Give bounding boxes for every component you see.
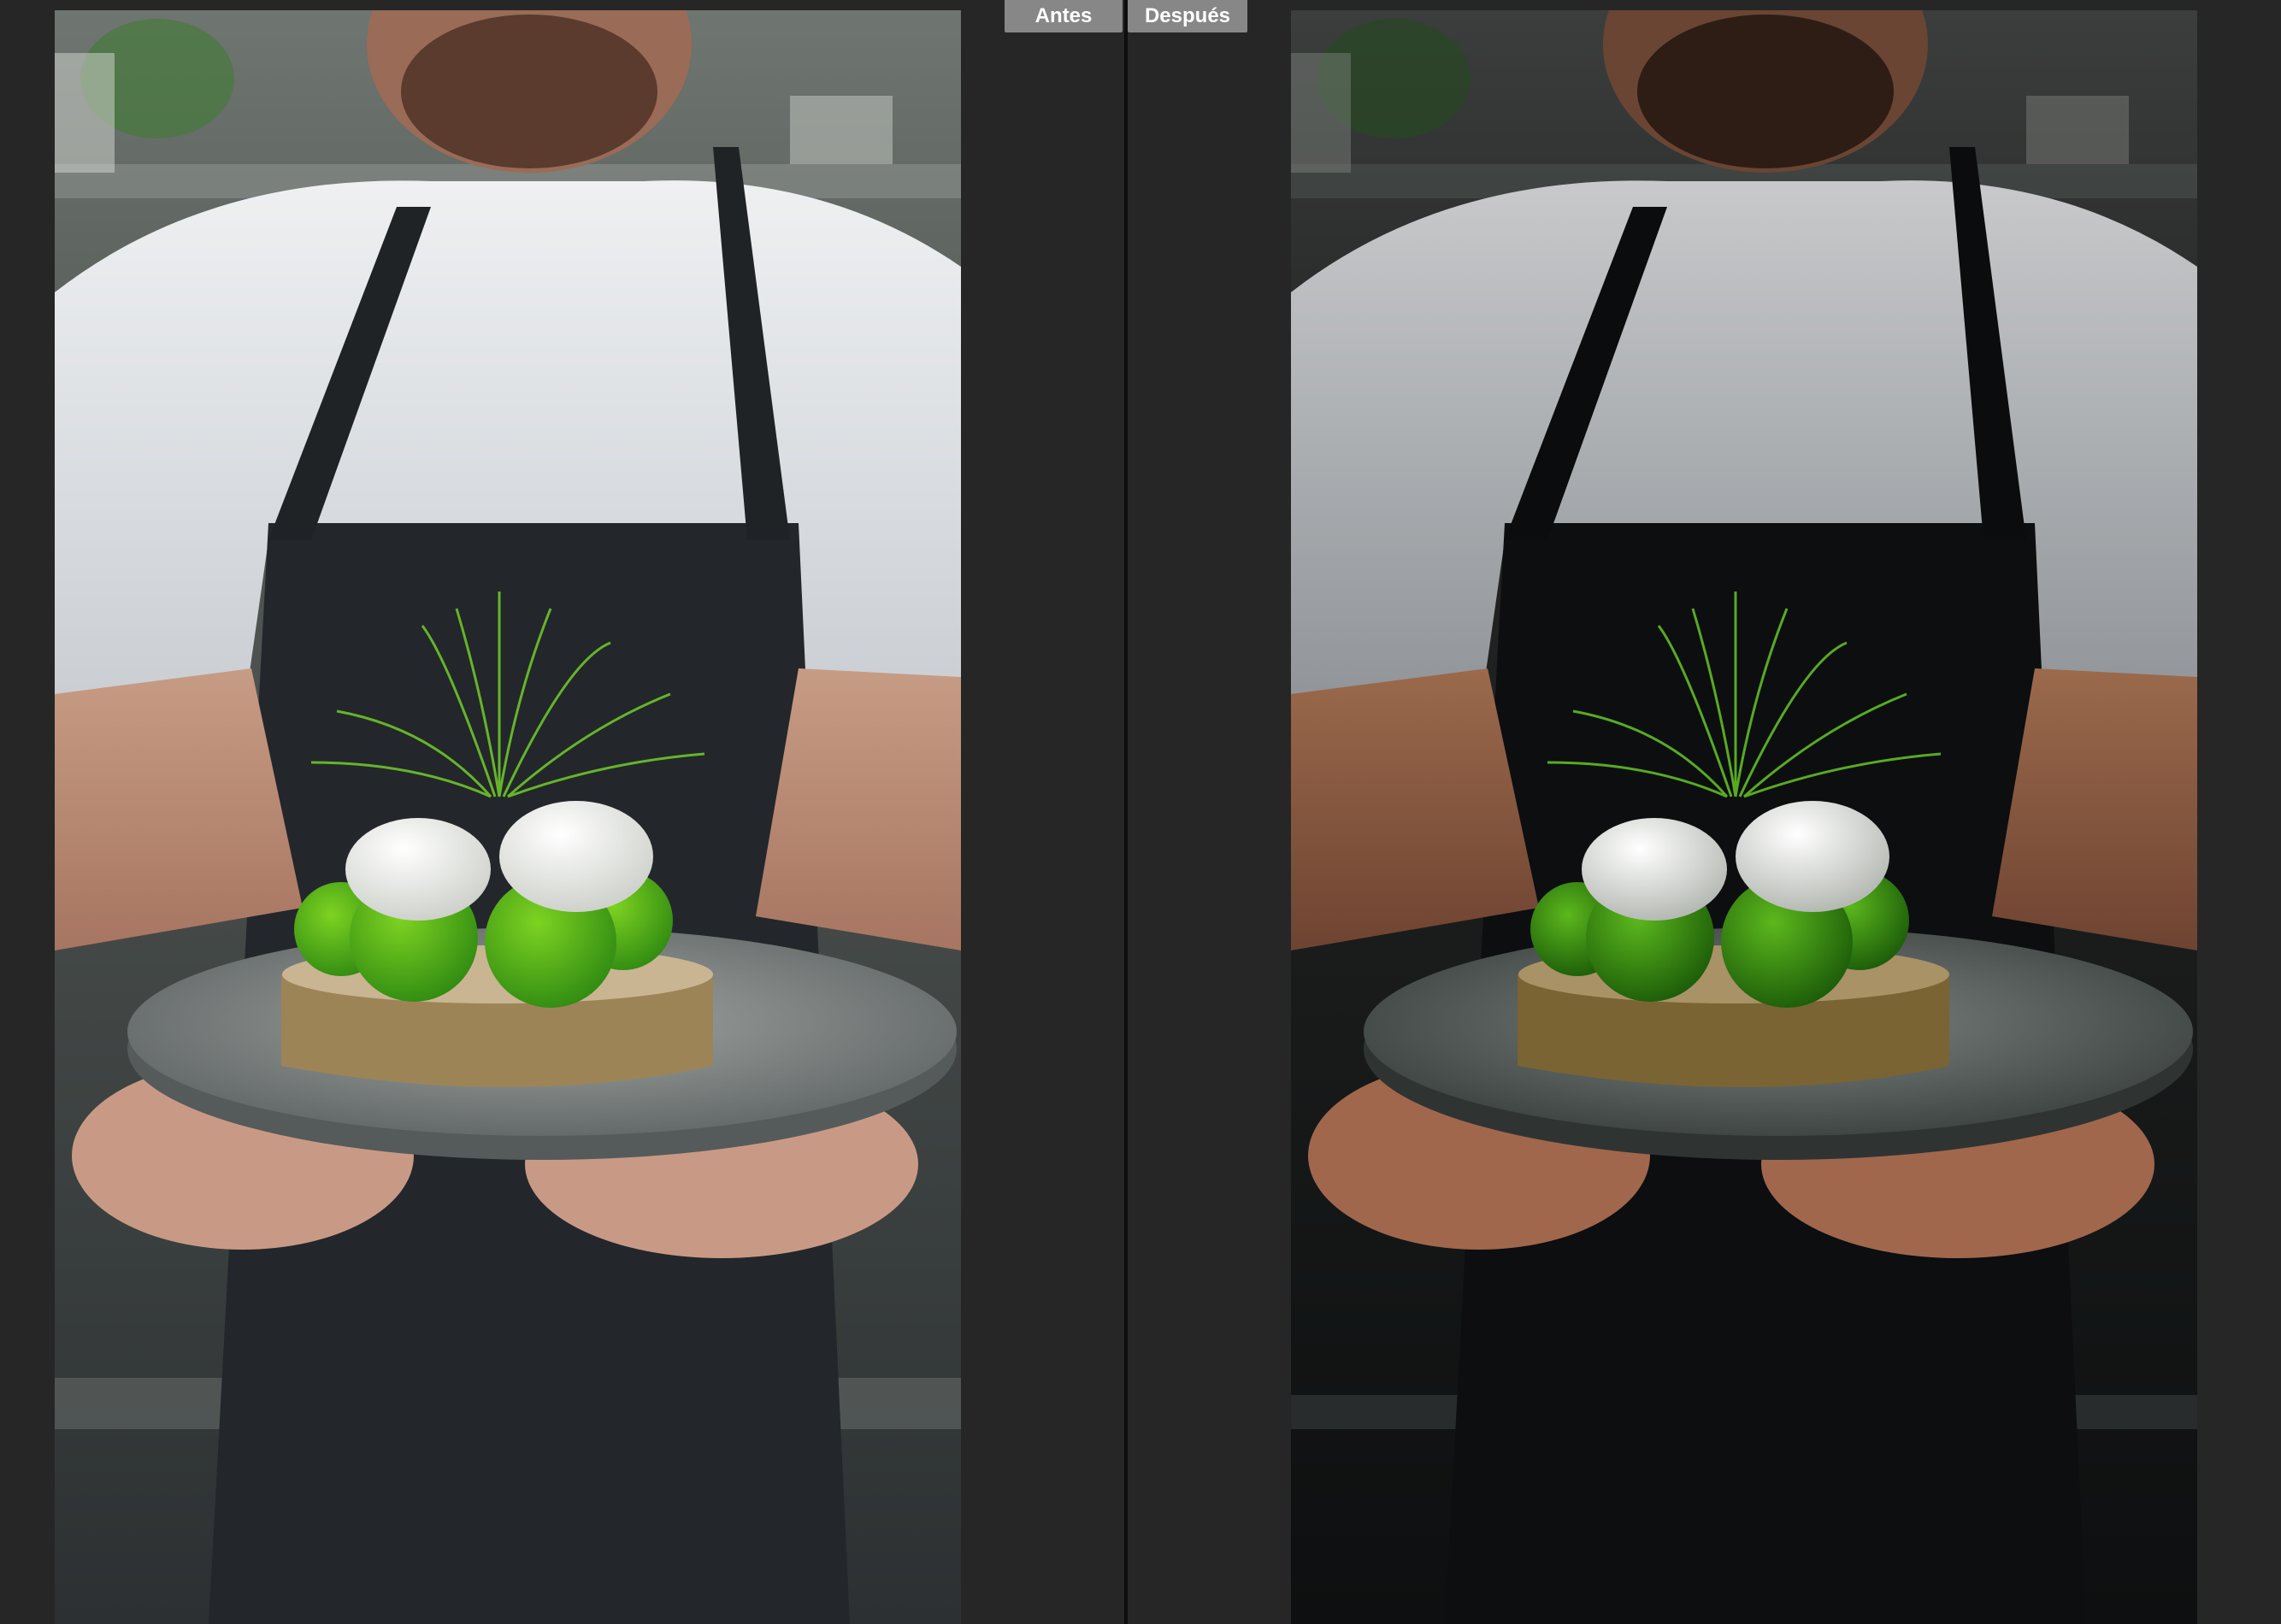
compare-divider[interactable] bbox=[1124, 0, 1128, 1624]
before-pane[interactable] bbox=[0, 0, 1125, 1624]
before-after-viewer: Antes Después bbox=[0, 0, 2281, 1624]
before-after-label-bar: Antes Después bbox=[1005, 0, 1247, 32]
after-label[interactable]: Después bbox=[1128, 0, 1247, 32]
before-label[interactable]: Antes bbox=[1005, 0, 1123, 32]
before-photo bbox=[55, 10, 961, 1624]
after-photo bbox=[1291, 10, 2197, 1624]
